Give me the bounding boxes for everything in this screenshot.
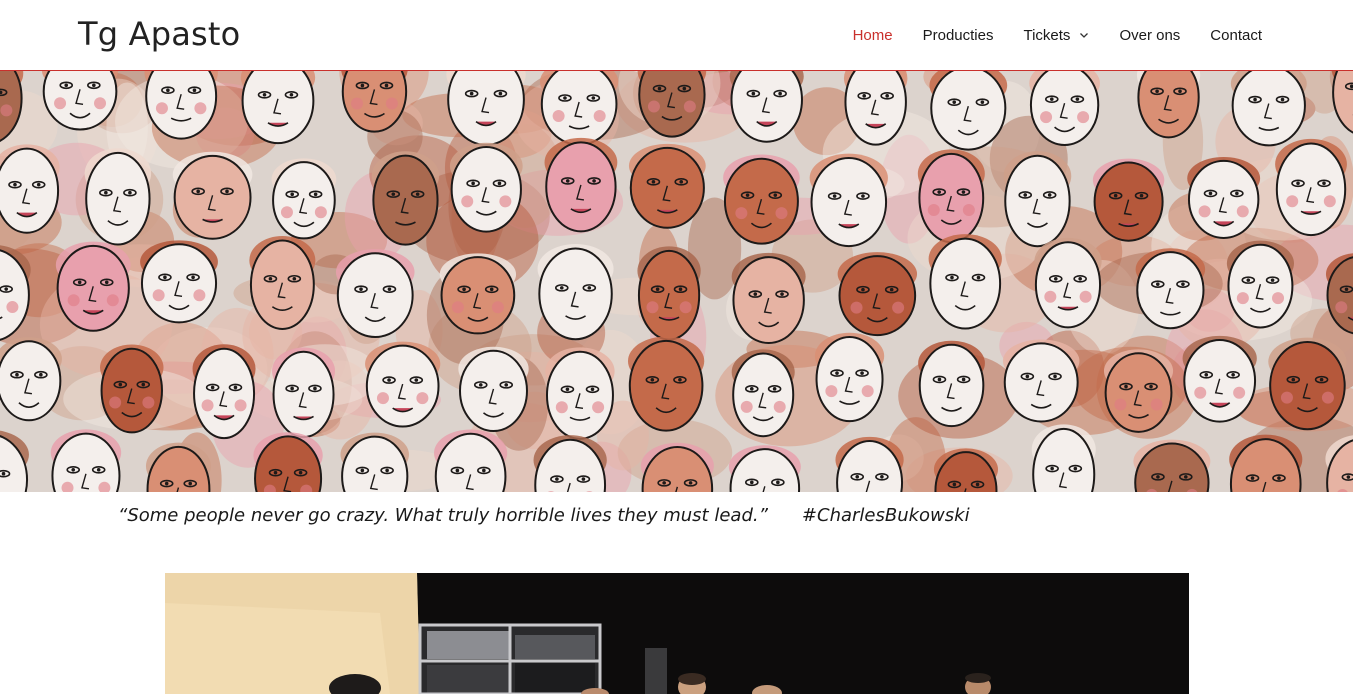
site-header: Tg Apasto Home Producties Tickets Over o… — [0, 0, 1353, 71]
nav-item-tickets-label: Tickets — [1023, 26, 1071, 44]
quote-hashtag: #CharlesBukowski — [801, 505, 970, 526]
nav-item-home-label: Home — [852, 26, 893, 44]
chevron-down-icon[interactable] — [1079, 30, 1089, 40]
main-nav: Home Producties Tickets Over ons Contact — [823, 0, 1262, 70]
quote-line: “Some people never go crazy. What truly … — [118, 505, 970, 526]
site-title[interactable]: Tg Apasto — [78, 15, 240, 53]
stage-photo — [165, 573, 1189, 694]
nav-item-contact[interactable]: Contact — [1210, 27, 1262, 44]
nav-item-tickets[interactable]: Tickets — [1023, 27, 1089, 44]
hero-banner-image — [0, 71, 1353, 492]
nav-item-home[interactable]: Home — [853, 27, 893, 44]
nav-item-contact-label: Contact — [1210, 26, 1262, 44]
stage-photo-image — [165, 573, 1189, 694]
hero-faces-illustration — [0, 71, 1353, 492]
nav-item-over-ons[interactable]: Over ons — [1119, 27, 1180, 44]
nav-item-producties[interactable]: Producties — [923, 27, 994, 44]
nav-item-producties-label: Producties — [922, 26, 994, 44]
quote-text: “Some people never go crazy. What truly … — [118, 505, 768, 526]
nav-item-over-ons-label: Over ons — [1119, 26, 1181, 44]
